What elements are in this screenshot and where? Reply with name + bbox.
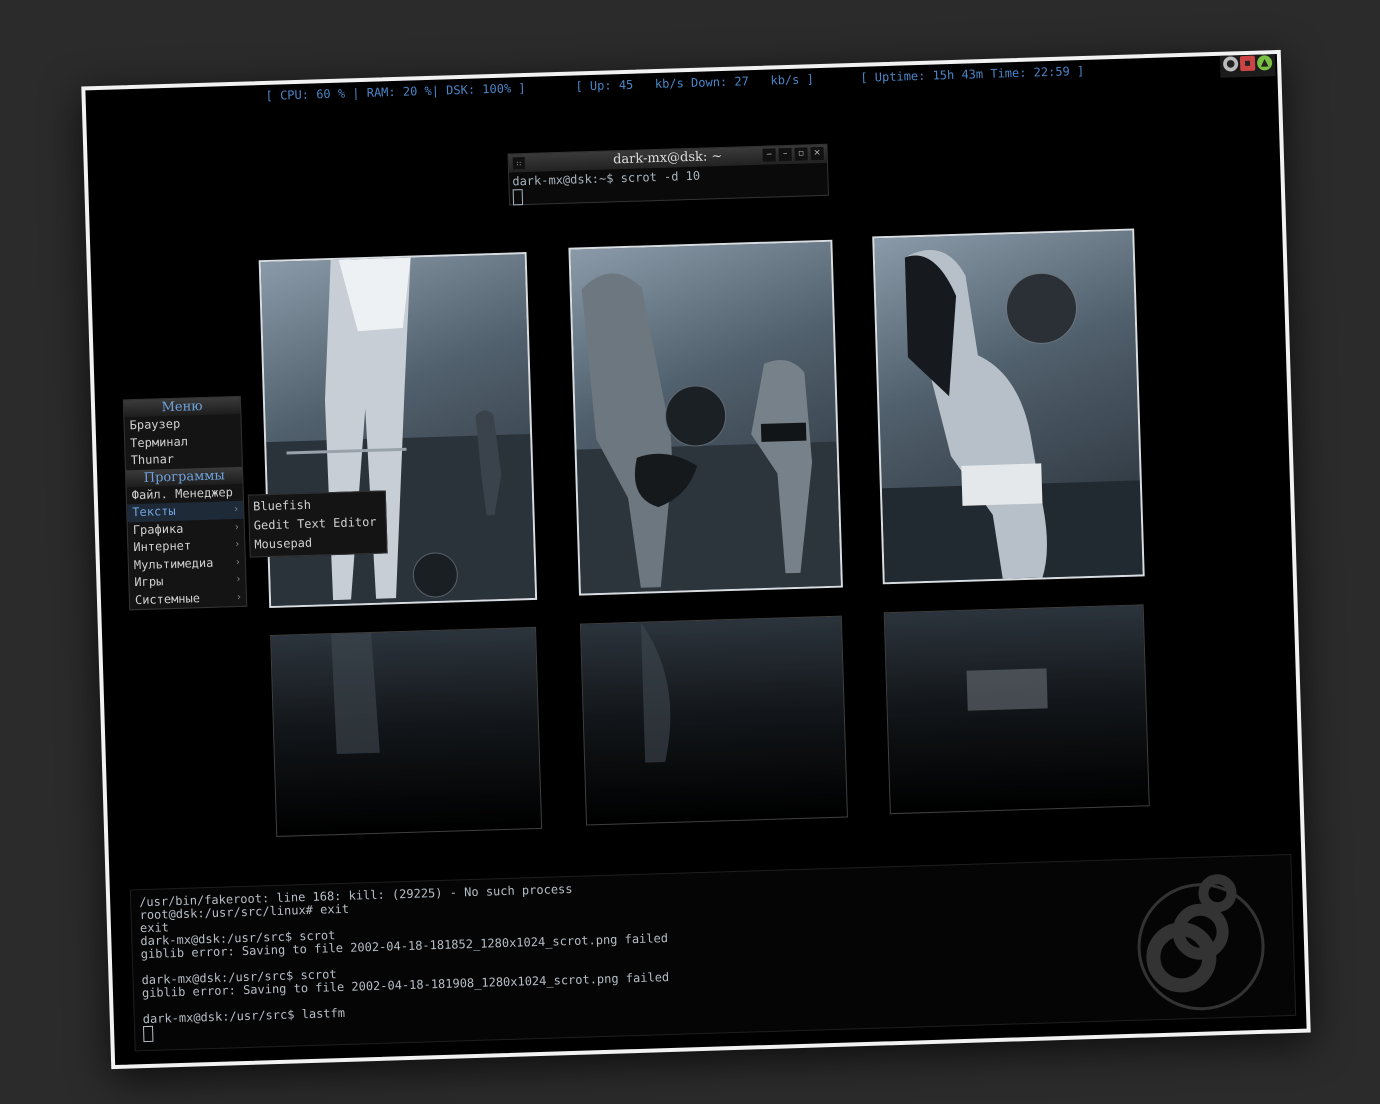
menu-item-label: Тексты (132, 503, 176, 520)
uptime-clock: [ Uptime: 15h 43m Time: 22:59 ] (860, 63, 1085, 85)
system-tray: ● ▪ ▲ (1219, 54, 1276, 78)
distro-logo-icon (1137, 874, 1265, 1011)
submenu-item-mousepad[interactable]: Mousepad (250, 531, 387, 554)
network-icon[interactable]: ▲ (1256, 55, 1273, 71)
wallpaper-photo-2 (568, 239, 843, 596)
texts-submenu[interactable]: Bluefish Gedit Text Editor Mousepad (247, 490, 388, 558)
maximize-button[interactable]: ▫ (794, 147, 808, 161)
system-stats: [ CPU: 60 % | RAM: 20 %| DSK: 100% ] (265, 80, 526, 103)
terminal-window[interactable]: :: dark-mx@dsk: ~ ‒ – ▫ × dark-mx@dsk:~$… (507, 143, 829, 206)
menu-item-label: Файл. Менеджер (131, 484, 234, 502)
shade-button[interactable]: ‒ (762, 148, 776, 162)
chevron-right-icon: › (235, 591, 243, 603)
network-stats: [ Up: 45 kb/s Down: 27 kb/s ] (575, 72, 815, 94)
terminal-cursor (512, 189, 524, 206)
minimize-button[interactable]: – (778, 147, 792, 162)
photo-reflection-3 (883, 604, 1150, 815)
photo-reflection-1 (270, 626, 543, 837)
window-menu-icon[interactable]: :: (512, 157, 525, 170)
window-title: dark-mx@dsk: ~ (612, 149, 723, 168)
menu-item-label: Системные (134, 590, 201, 607)
menu-item-label: Графика (132, 521, 184, 537)
battery-icon[interactable]: ▪ (1239, 55, 1256, 72)
wallpaper-photo-3 (872, 228, 1145, 585)
photo-reflection-2 (579, 615, 848, 826)
chevron-right-icon: › (233, 521, 240, 533)
root-menu[interactable]: Меню Браузер Терминал Thunar Программы Ф… (122, 395, 248, 611)
chevron-right-icon: › (233, 503, 240, 516)
disc-icon[interactable]: ● (1222, 56, 1239, 72)
screenshot-frame: [ CPU: 60 % | RAM: 20 %| DSK: 100% ] [ U… (81, 49, 1311, 1070)
menu-item-thunar[interactable]: Thunar (125, 449, 241, 470)
terminal-output: /usr/bin/fakeroot: line 168: kill: (2922… (139, 880, 671, 1043)
chevron-right-icon: › (234, 556, 242, 568)
menu-item-label: Мультимедиа (133, 555, 214, 572)
chevron-right-icon: › (234, 538, 241, 551)
status-bar: [ CPU: 60 % | RAM: 20 %| DSK: 100% ] [ U… (86, 58, 1278, 112)
close-button[interactable]: × (810, 146, 824, 161)
menu-item-label: Интернет (133, 538, 192, 555)
terminal-cursor (142, 1025, 154, 1043)
desktop-terminal[interactable]: /usr/bin/fakeroot: line 168: kill: (2922… (129, 853, 1297, 1052)
menu-item-system[interactable]: Системные › (130, 588, 246, 609)
menu-item-label: Игры (134, 574, 164, 590)
terminal-line: dark-mx@dsk:~$ scrot -d 10 (512, 168, 701, 189)
chevron-right-icon: › (235, 573, 242, 586)
